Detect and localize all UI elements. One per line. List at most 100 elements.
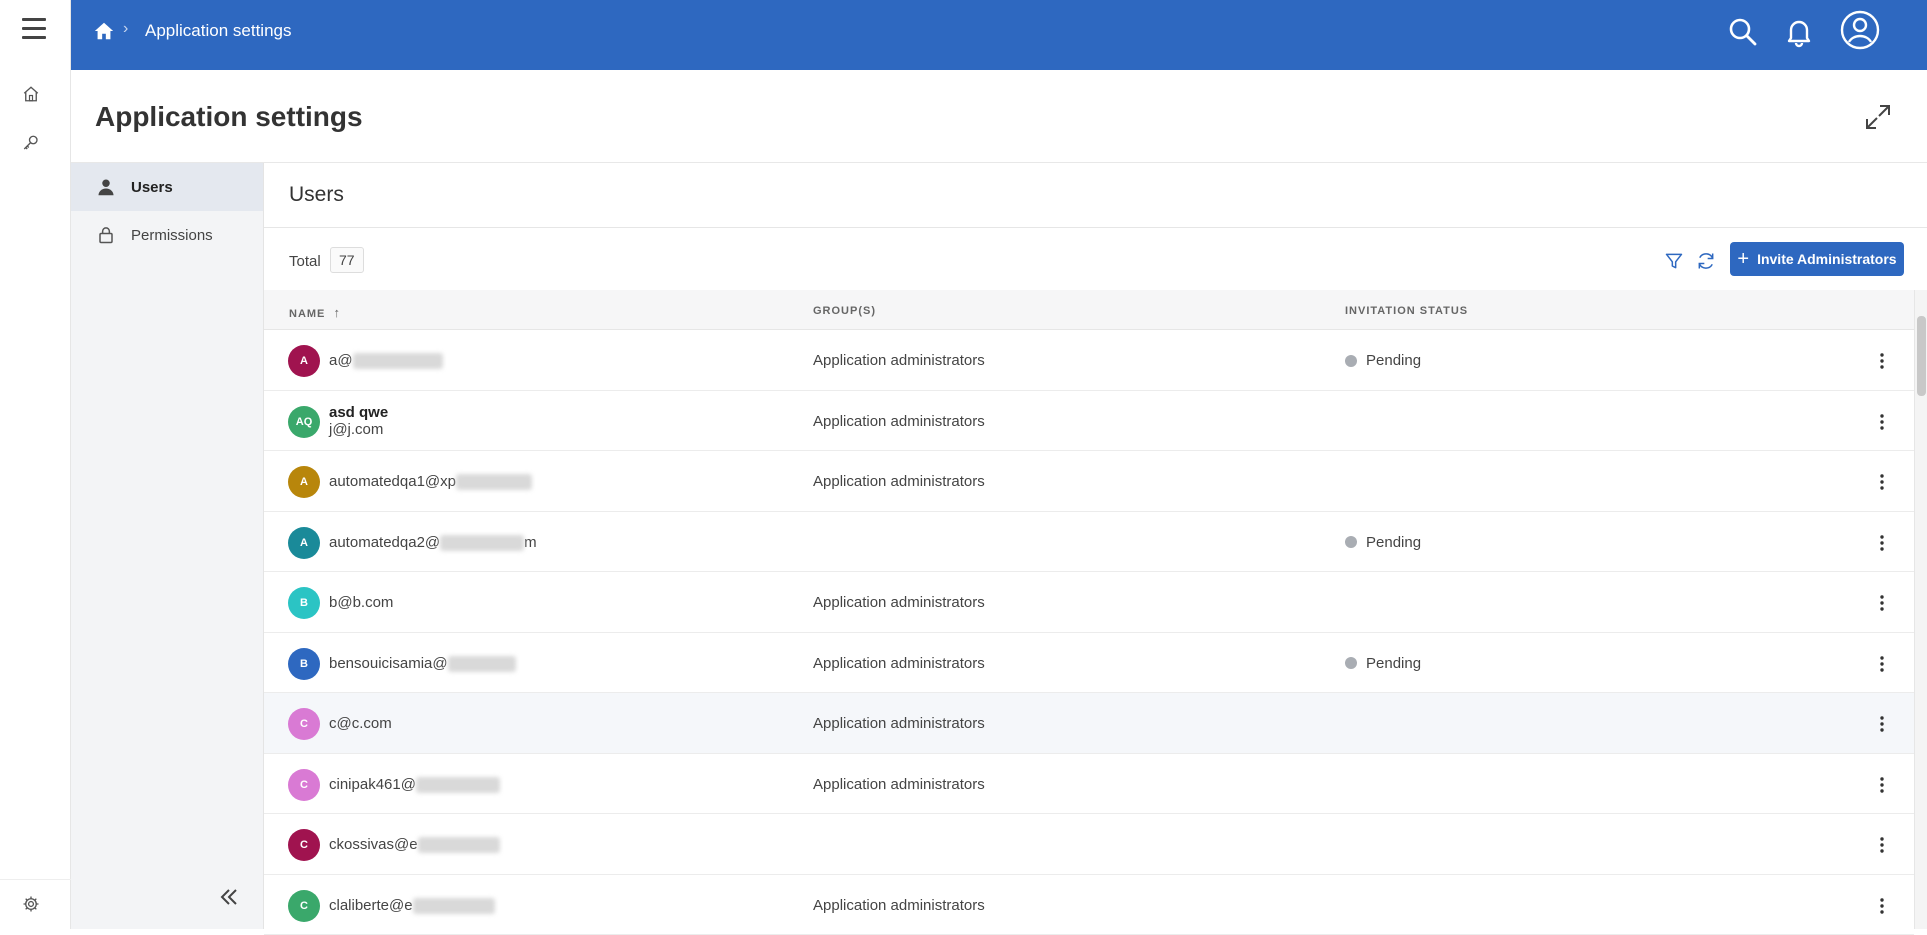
table-row[interactable]: Ccinipak461@Application administrators	[264, 754, 1914, 815]
user-name-cell[interactable]: automatedqa2@ m	[329, 534, 537, 551]
user-name-cell[interactable]: b@b.com	[329, 594, 393, 611]
user-email: j@j.com	[329, 421, 388, 438]
scrollbar-thumb[interactable]	[1917, 316, 1926, 396]
rail-footer	[0, 879, 71, 929]
user-avatar: C	[288, 769, 320, 801]
row-actions-icon[interactable]	[1874, 895, 1890, 917]
breadcrumb[interactable]: Application settings	[145, 21, 291, 41]
home-icon[interactable]	[93, 20, 115, 42]
table-row[interactable]: Aa@ Application administrators Pending	[264, 330, 1914, 391]
invitation-status-badge: Pending	[1345, 352, 1421, 369]
avatar[interactable]	[1840, 10, 1880, 50]
user-name-cell[interactable]: asd qwej@j.com	[329, 404, 388, 438]
column-header-groups: GROUP(S)	[813, 305, 876, 317]
redacted-text	[416, 777, 500, 793]
table-row[interactable]: Bbensouicisamia@Application administrato…	[264, 633, 1914, 694]
table-row[interactable]: Cc@c.com Application administrators	[264, 693, 1914, 754]
user-group-cell: Application administrators	[813, 473, 985, 490]
status-dot-icon	[1345, 355, 1357, 367]
user-name-cell[interactable]: a@	[329, 352, 443, 369]
redacted-text	[448, 656, 516, 672]
user-name-cell[interactable]: automatedqa1@xp	[329, 473, 532, 490]
user-group-cell: Application administrators	[813, 897, 985, 914]
sidebar-item-label: Permissions	[131, 227, 213, 244]
row-actions-icon[interactable]	[1874, 471, 1890, 493]
page-title: Application settings	[95, 101, 363, 133]
row-actions-icon[interactable]	[1874, 411, 1890, 433]
status-dot-icon	[1345, 657, 1357, 669]
user-name-cell[interactable]: cinipak461@	[329, 776, 500, 793]
refresh-icon[interactable]	[1696, 251, 1716, 271]
table-row[interactable]: Aautomatedqa2@mPending	[264, 512, 1914, 573]
row-actions-icon[interactable]	[1874, 834, 1890, 856]
menu-icon[interactable]	[22, 18, 46, 45]
table-row[interactable]: Cckossivas@e	[264, 814, 1914, 875]
status-dot-icon	[1345, 536, 1357, 548]
user-display-name: asd qwe	[329, 404, 388, 421]
user-avatar: A	[288, 527, 320, 559]
user-avatar: A	[288, 466, 320, 498]
user-name-cell[interactable]: bensouicisamia@	[329, 655, 516, 672]
user-avatar: C	[288, 708, 320, 740]
sort-ascending-icon: ↑	[333, 305, 341, 320]
user-email-tail: m	[524, 534, 537, 551]
table-scrollbar[interactable]	[1914, 290, 1927, 929]
user-group-cell: Application administrators	[813, 655, 985, 672]
user-name-cell[interactable]: c@c.com	[329, 715, 392, 732]
row-actions-icon[interactable]	[1874, 350, 1890, 372]
breadcrumb-separator-icon: ›	[123, 20, 128, 38]
user-name-cell[interactable]: claliberte@e	[329, 897, 495, 914]
user-name-cell[interactable]: ckossivas@e	[329, 836, 500, 853]
user-email: automatedqa2@	[329, 534, 440, 551]
plus-icon: +	[1737, 248, 1749, 271]
user-email: b@b.com	[329, 594, 393, 611]
collapse-sidebar-icon[interactable]	[217, 885, 241, 909]
user-email: a@	[329, 352, 353, 369]
top-bar: › Application settings	[71, 0, 1927, 70]
invitation-status-label: Pending	[1366, 655, 1421, 672]
sidebar-item-users[interactable]: Users	[71, 163, 263, 211]
user-email: c@c.com	[329, 715, 392, 732]
user-avatar: A	[288, 345, 320, 377]
row-actions-icon[interactable]	[1874, 532, 1890, 554]
redacted-text	[413, 898, 495, 914]
gear-icon[interactable]	[22, 895, 40, 913]
table-row[interactable]: Cclaliberte@eApplication administrators	[264, 875, 1914, 935]
user-email: bensouicisamia@	[329, 655, 448, 672]
lock-icon	[97, 226, 115, 244]
invitation-status-label: Pending	[1366, 352, 1421, 369]
app-rail	[0, 0, 71, 929]
section-title: Users	[289, 183, 344, 207]
row-actions-icon[interactable]	[1874, 592, 1890, 614]
user-email: cinipak461@	[329, 776, 416, 793]
user-icon	[97, 178, 115, 196]
invite-administrators-button[interactable]: + Invite Administrators	[1730, 242, 1904, 276]
column-header-invitation-status: INVITATION STATUS	[1345, 305, 1468, 317]
table-row[interactable]: AQasd qwej@j.comApplication administrato…	[264, 391, 1914, 452]
table-row[interactable]: Bb@b.com Application administrators	[264, 572, 1914, 633]
redacted-text	[353, 353, 443, 369]
user-email: claliberte@e	[329, 897, 413, 914]
table-toolbar: Total 77 + Invite Administrators	[264, 228, 1927, 290]
user-group-cell: Application administrators	[813, 413, 985, 430]
column-header-name[interactable]: NAME ↑	[289, 305, 341, 320]
user-group-cell: Application administrators	[813, 352, 985, 369]
row-actions-icon[interactable]	[1874, 713, 1890, 735]
filter-icon[interactable]	[1664, 251, 1684, 271]
sidebar-item-permissions[interactable]: Permissions	[71, 211, 263, 259]
bell-icon[interactable]	[1783, 16, 1815, 48]
invitation-status-badge: Pending	[1345, 655, 1421, 672]
user-avatar: B	[288, 587, 320, 619]
key-icon[interactable]	[22, 134, 40, 152]
home-icon[interactable]	[22, 85, 40, 103]
row-actions-icon[interactable]	[1874, 653, 1890, 675]
row-actions-icon[interactable]	[1874, 774, 1890, 796]
user-group-cell: Application administrators	[813, 594, 985, 611]
table-row[interactable]: Aautomatedqa1@xp Application administrato…	[264, 451, 1914, 512]
search-icon[interactable]	[1727, 16, 1759, 48]
users-panel: Users Total 77 + Invite Administrators N…	[264, 163, 1927, 929]
expand-icon[interactable]	[1863, 102, 1893, 132]
section-header: Users	[264, 163, 1927, 228]
user-group-cell: Application administrators	[813, 715, 985, 732]
invite-button-label: Invite Administrators	[1757, 251, 1897, 267]
